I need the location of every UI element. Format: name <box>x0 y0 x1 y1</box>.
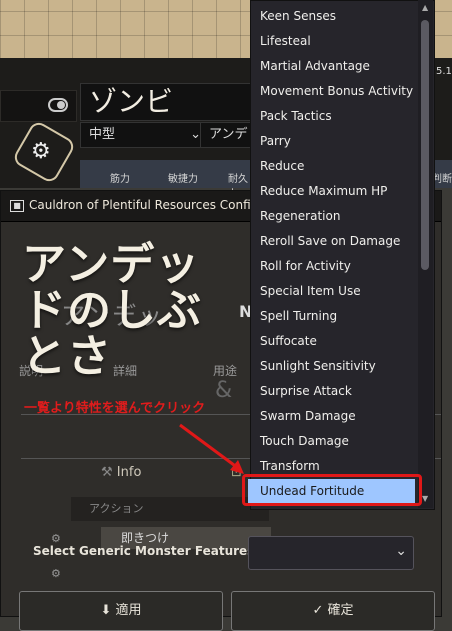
dropdown-option[interactable]: Pack Tactics <box>260 109 332 123</box>
dropdown-option[interactable]: Surprise Attack <box>260 384 352 398</box>
dropdown-scrollbar[interactable]: ▲ ▼ <box>418 0 433 508</box>
dropdown-option[interactable]: Movement Bonus Activity <box>260 84 413 98</box>
dropdown-option[interactable]: Suffocate <box>260 334 317 348</box>
dropdown-option[interactable]: Spell Turning <box>260 309 337 323</box>
dropdown-option[interactable]: Touch Damage <box>260 434 349 448</box>
dropdown-option[interactable]: Roll for Activity <box>260 259 351 273</box>
scroll-down-icon[interactable]: ▼ <box>422 494 428 503</box>
dropdown-option[interactable]: Keen Senses <box>260 9 336 23</box>
dropdown-option[interactable]: Transform <box>260 459 320 473</box>
scroll-up-icon[interactable]: ▲ <box>422 3 428 12</box>
dropdown-option[interactable]: Reroll Save on Damage <box>260 234 400 248</box>
dropdown-option[interactable]: Martial Advantage <box>260 59 370 73</box>
dropdown-option[interactable]: Reduce <box>260 159 304 173</box>
dropdown-option[interactable]: Lifesteal <box>260 34 311 48</box>
dropdown-option[interactable]: Special Item Use <box>260 284 361 298</box>
dropdown-option[interactable]: Reduce Maximum HP <box>260 184 387 198</box>
highlight-annotation-box <box>242 474 422 506</box>
dropdown-option[interactable]: Swarm Damage <box>260 409 356 423</box>
scroll-thumb[interactable] <box>421 20 429 270</box>
dropdown-option[interactable]: Parry <box>260 134 291 148</box>
dropdown-option[interactable]: Regeneration <box>260 209 340 223</box>
dropdown-option[interactable]: Sunlight Sensitivity <box>260 359 376 373</box>
